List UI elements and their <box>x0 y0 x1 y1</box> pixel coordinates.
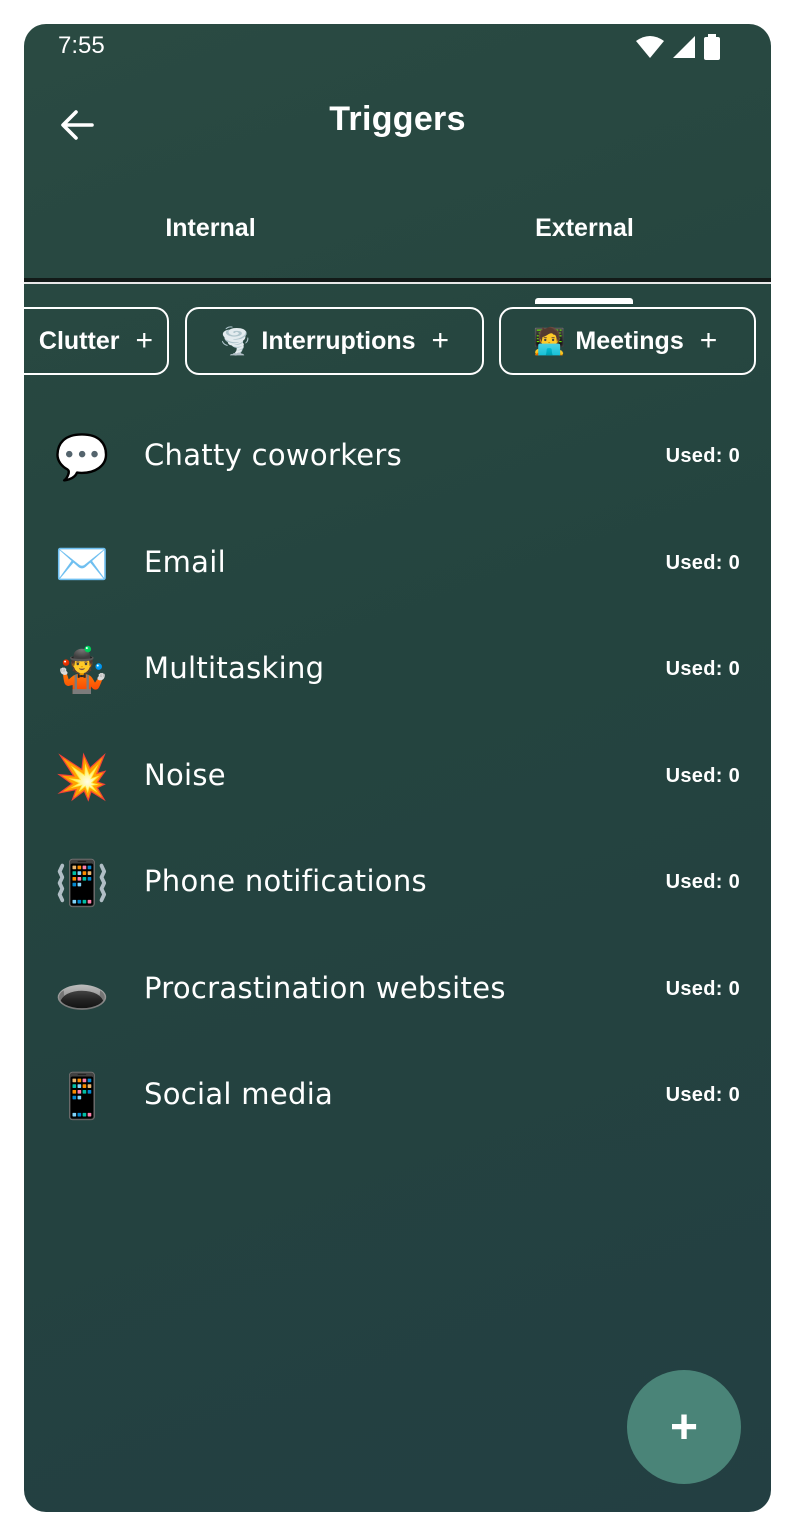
list-item-chatty-coworkers[interactable]: 💬 Chatty coworkers Used: 0 <box>24 404 771 511</box>
list-item-phone-notifications[interactable]: 📳 Phone notifications Used: 0 <box>24 830 771 937</box>
chip-meetings[interactable]: 🧑‍💻 Meetings + <box>499 307 756 375</box>
status-bar: 7:55 <box>24 24 771 72</box>
tab-bar: Internal External <box>24 204 771 304</box>
used-count: Used: 0 <box>665 445 740 467</box>
tabs-divider <box>24 278 771 284</box>
juggling-icon: 🤹 <box>54 645 110 696</box>
list-item-label: Procrastination websites <box>144 970 506 1005</box>
tab-internal[interactable]: Internal <box>24 214 397 243</box>
list-item-procrastination-websites[interactable]: 🕳️ Procrastination websites Used: 0 <box>24 937 771 1044</box>
used-count: Used: 0 <box>665 1084 740 1106</box>
plus-icon: + <box>431 324 450 357</box>
list-item-label: Noise <box>144 757 226 792</box>
plus-icon: + <box>699 324 718 357</box>
chip-label: Interruptions <box>261 326 416 355</box>
envelope-icon: ✉️ <box>54 538 110 590</box>
speech-bubble-icon: 💬 <box>54 432 110 483</box>
person-laptop-icon: 🧑‍💻 <box>533 325 566 356</box>
chip-label: Clutter <box>38 326 120 355</box>
list-item-multitasking[interactable]: 🤹 Multitasking Used: 0 <box>24 617 771 724</box>
mobile-phone-icon: 📱 <box>54 1071 110 1122</box>
chip-interruptions[interactable]: 🌪️ Interruptions + <box>185 307 484 375</box>
chip-label: Meetings <box>575 326 684 355</box>
used-count: Used: 0 <box>665 658 740 680</box>
list-item-label: Social media <box>144 1077 334 1111</box>
wifi-icon <box>636 36 664 58</box>
plus-icon: + <box>135 324 153 357</box>
list-item-label: Chatty coworkers <box>144 438 403 472</box>
list-item-label: Multitasking <box>144 651 325 685</box>
vibrating-phone-icon: 📳 <box>54 858 110 909</box>
status-icons <box>635 34 721 60</box>
battery-icon <box>704 34 720 60</box>
add-trigger-button[interactable]: + <box>627 1370 741 1484</box>
app-screen: 7:55 Triggers Internal External Clutter … <box>24 24 771 1512</box>
app-bar: Triggers <box>24 84 771 164</box>
tab-indicator <box>535 298 633 304</box>
used-count: Used: 0 <box>665 871 740 893</box>
hole-icon: 🕳️ <box>54 964 110 1016</box>
status-time: 7:55 <box>58 32 105 59</box>
list-item-social-media[interactable]: 📱 Social media Used: 0 <box>24 1043 771 1150</box>
used-count: Used: 0 <box>665 551 740 574</box>
list-item-label: Phone notifications <box>144 864 427 898</box>
chip-clutter[interactable]: Clutter + <box>24 307 169 375</box>
list-item-email[interactable]: ✉️ Email Used: 0 <box>24 511 771 618</box>
plus-icon: + <box>669 1400 699 1454</box>
used-count: Used: 0 <box>665 977 740 1000</box>
trigger-list: 💬 Chatty coworkers Used: 0 ✉️ Email Used… <box>24 404 771 1150</box>
signal-icon <box>673 36 695 58</box>
page-title: Triggers <box>329 100 466 138</box>
category-chips: Clutter + 🌪️ Interruptions + 🧑‍💻 Meeting… <box>24 307 771 381</box>
list-item-label: Email <box>144 544 226 579</box>
list-item-noise[interactable]: 💥 Noise Used: 0 <box>24 724 771 831</box>
used-count: Used: 0 <box>665 764 740 787</box>
tornado-icon: 🌪️ <box>219 325 252 356</box>
tab-external[interactable]: External <box>398 214 771 243</box>
collision-icon: 💥 <box>54 751 110 803</box>
